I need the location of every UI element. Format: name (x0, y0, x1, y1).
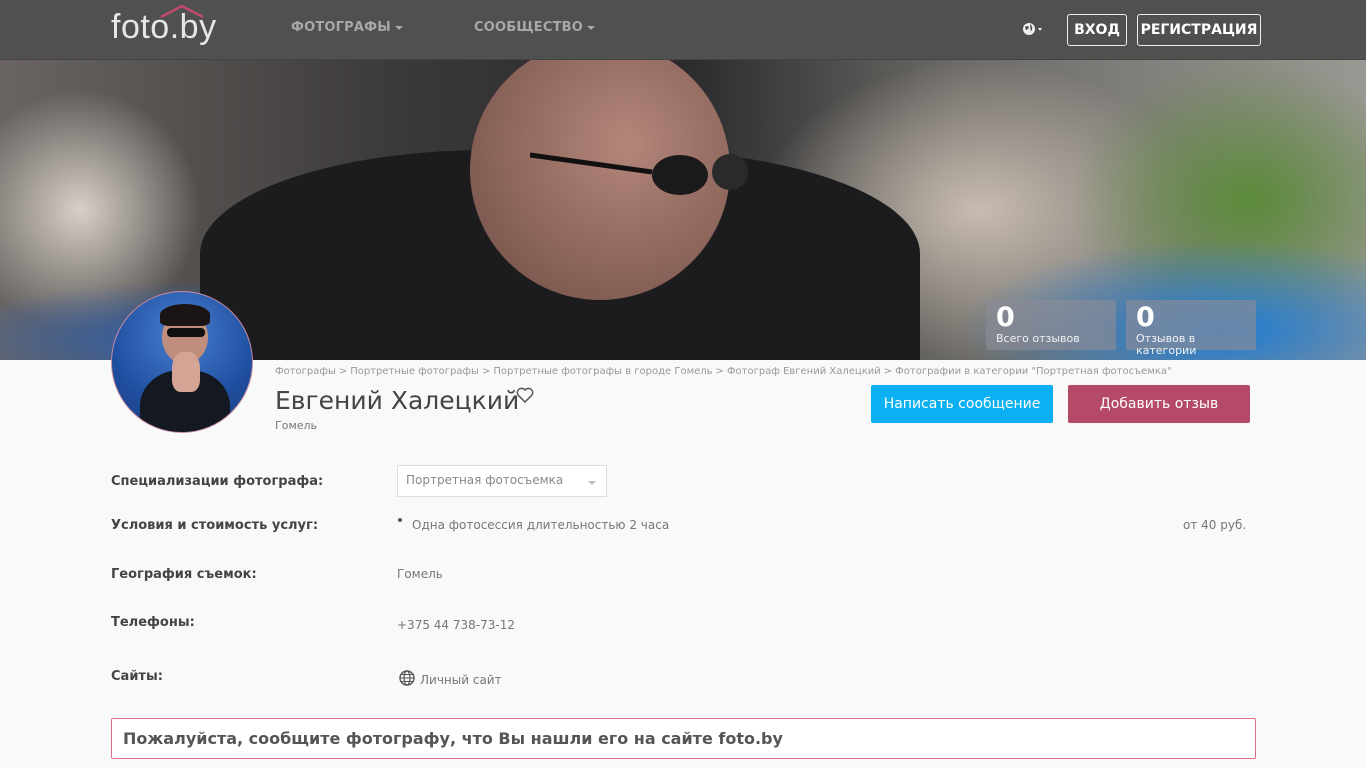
photographer-name: Евгений Халецкий (275, 386, 520, 415)
stat-category-reviews-label: Отзывов в категории (1136, 332, 1197, 357)
service-price: от 40 руб. (1183, 518, 1247, 532)
profile-avatar[interactable] (111, 291, 253, 433)
stat-category-reviews-value: 0 (1136, 302, 1155, 333)
geo-value: Гомель (397, 567, 443, 581)
specialization-select[interactable]: Портретная фотосъемка (397, 465, 607, 497)
favorite-heart-icon[interactable] (516, 387, 534, 403)
breadcrumb-item[interactable]: Портретные фотографы (350, 366, 479, 377)
breadcrumb-item[interactable]: Фотографы (275, 366, 336, 377)
notice-banner: Пожалуйста, сообщите фотографу, что Вы н… (111, 718, 1256, 759)
specialization-selected-value: Портретная фотосъемка (406, 473, 564, 487)
breadcrumb: Фотографы > Портретные фотографы > Портретны… (275, 366, 1172, 377)
nav-community[interactable]: СООБЩЕСТВО (474, 20, 596, 35)
language-globe-icon[interactable] (1022, 21, 1048, 39)
caret-down-icon (394, 25, 403, 30)
bullet-icon (398, 518, 402, 522)
breadcrumb-item[interactable]: Фотографии в категории "Портретная фотос… (895, 366, 1171, 377)
nav-photographers[interactable]: ФОТОГРАФЫ (291, 20, 403, 35)
sites-label: Сайты: (111, 669, 163, 684)
stat-category-reviews: 0 Отзывов в категории (1126, 300, 1256, 357)
site-logo[interactable]: foto.by (111, 4, 217, 47)
breadcrumb-item[interactable]: Портретные фотографы в городе Гомель (493, 366, 712, 377)
breadcrumb-item[interactable]: Фотограф Евгений Халецкий (727, 366, 881, 377)
logo-roof-icon (160, 4, 204, 18)
top-navbar: foto.by ФОТОГРАФЫ СООБЩЕСТВО ВХОД РЕГИСТ… (0, 0, 1366, 60)
phones-label: Телефоны: (111, 615, 195, 630)
avatar-hair (160, 304, 210, 326)
caret-down-icon (587, 25, 596, 30)
nav-photographers-label: ФОТОГРАФЫ (291, 20, 391, 35)
login-button[interactable]: ВХОД (1067, 14, 1127, 46)
phone-value[interactable]: +375 44 738-73-12 (397, 618, 515, 632)
personal-site-link[interactable]: Личный сайт (420, 673, 502, 687)
avatar-sunglasses (167, 328, 205, 337)
stat-total-reviews-label: Всего отзывов (996, 332, 1080, 345)
cover-sunglasses (530, 152, 748, 195)
avatar-hand (172, 352, 200, 392)
photographer-city: Гомель (275, 419, 318, 432)
service-item: Одна фотосессия длительностью 2 часа (412, 518, 670, 532)
register-button[interactable]: РЕГИСТРАЦИЯ (1137, 14, 1261, 46)
services-label: Условия и стоимость услуг: (111, 518, 319, 533)
geo-label: География съемок: (111, 567, 257, 582)
stat-total-reviews: 0 Всего отзывов (986, 300, 1116, 350)
globe-icon (399, 670, 415, 686)
chevron-down-icon (588, 481, 596, 485)
specializations-label: Специализации фотографа: (111, 474, 324, 489)
add-review-button[interactable]: Добавить отзыв (1068, 385, 1250, 423)
notice-text: Пожалуйста, сообщите фотографу, что Вы н… (123, 729, 783, 748)
stat-total-reviews-value: 0 (996, 302, 1015, 333)
write-message-button[interactable]: Написать сообщение (871, 385, 1053, 423)
nav-community-label: СООБЩЕСТВО (474, 20, 584, 35)
